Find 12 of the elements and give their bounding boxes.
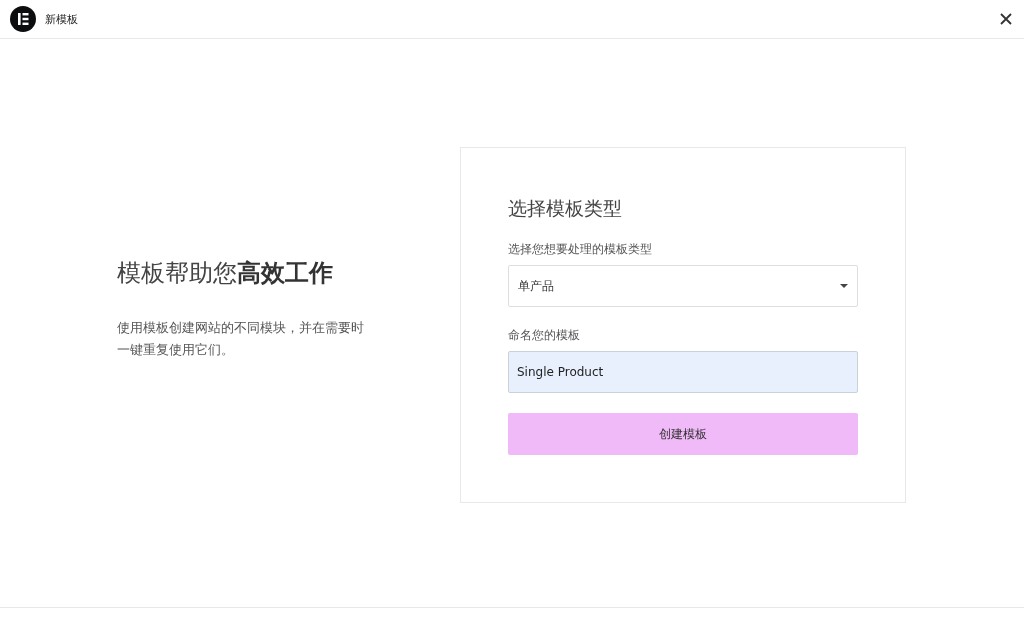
intro-description: 使用模板创建网站的不同模块，并在需要时一键重复使用它们。 — [117, 319, 365, 359]
template-name-input[interactable]: Single Product — [508, 351, 858, 393]
caret-icon — [840, 284, 848, 288]
close-icon — [1000, 13, 1012, 25]
template-type-select[interactable]: 单产品 — [508, 265, 858, 307]
form-title: 选择模板类型 — [508, 196, 623, 221]
create-template-button[interactable]: 创建模板 — [508, 413, 858, 455]
field-label: 命名您的模板 — [508, 327, 581, 344]
field-label: 选择您想要处理的模板类型 — [508, 241, 653, 258]
window-title: 新模板 — [45, 11, 78, 27]
logo-icon — [10, 6, 36, 32]
intro-heading: 模板帮助您高效工作 — [117, 258, 334, 289]
